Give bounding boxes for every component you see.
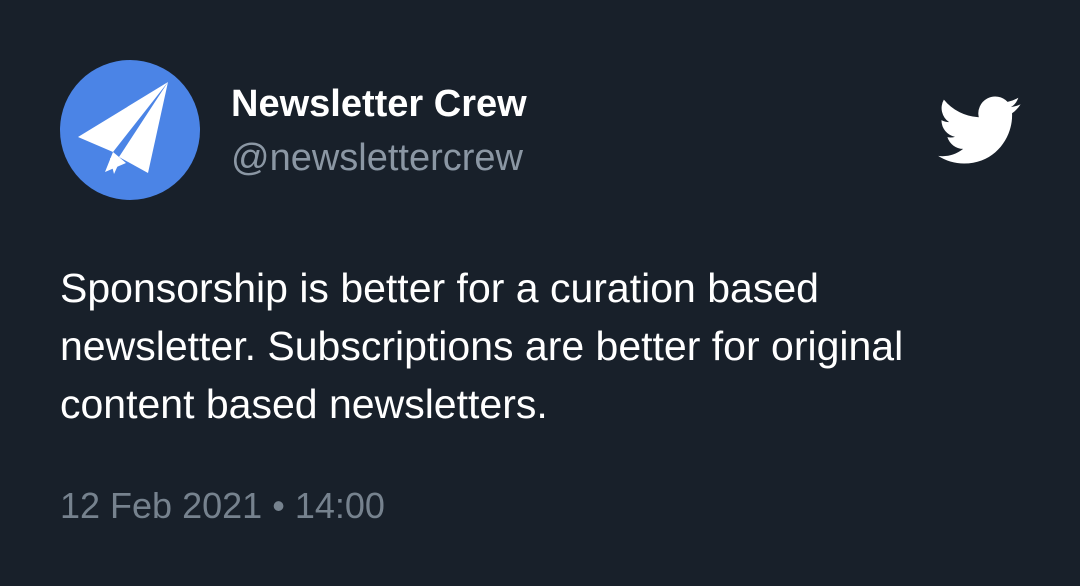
tweet-text-line: content based newsletters. (60, 381, 548, 427)
tweet-card: Newsletter Crew @newslettercrew Sponsors… (0, 0, 1080, 586)
meta-separator: • (272, 485, 285, 526)
tweet-text: Sponsorship is better for a curation bas… (60, 259, 1020, 433)
tweet-text-line: newsletter. Subscriptions are better for… (60, 323, 904, 369)
paper-plane-icon (78, 82, 168, 174)
tweet-text-line: Sponsorship is better for a curation bas… (60, 265, 819, 311)
twitter-bird-icon[interactable] (938, 96, 1022, 166)
tweet-timestamp[interactable]: 12 Feb 2021 • 14:00 (60, 484, 385, 528)
author-handle[interactable]: @newslettercrew (231, 136, 523, 180)
avatar[interactable] (60, 60, 200, 200)
author-name[interactable]: Newsletter Crew (231, 82, 527, 126)
tweet-time: 14:00 (294, 485, 385, 526)
tweet-date: 12 Feb 2021 (60, 485, 263, 526)
